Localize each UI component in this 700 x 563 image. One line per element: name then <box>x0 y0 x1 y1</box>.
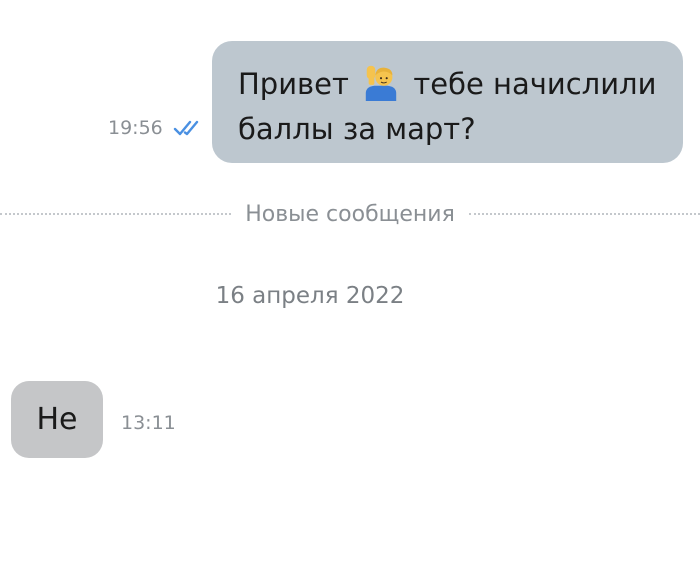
message-time: 13:11 <box>121 412 176 434</box>
incoming-message-meta: 13:11 <box>121 412 176 434</box>
outgoing-message-meta: 19:56 <box>108 117 205 139</box>
message-text-line-1: Привет тебе начислили <box>238 62 665 107</box>
new-messages-divider: Новые сообщения <box>0 200 700 228</box>
incoming-message-bubble[interactable]: Не <box>11 381 103 458</box>
double-check-icon <box>173 120 198 136</box>
divider-dots-right <box>468 213 700 215</box>
person-raising-hand-icon <box>365 65 397 101</box>
message-text: Не <box>36 402 78 437</box>
divider-dots-left <box>0 213 232 215</box>
date-separator: 16 апреля 2022 <box>215 283 405 309</box>
new-messages-label: Новые сообщения <box>245 201 455 227</box>
message-time: 19:56 <box>108 117 163 139</box>
message-text-line-2: баллы за март? <box>238 112 476 146</box>
outgoing-message-bubble[interactable]: Привет тебе начислили баллы за март? <box>212 41 683 163</box>
